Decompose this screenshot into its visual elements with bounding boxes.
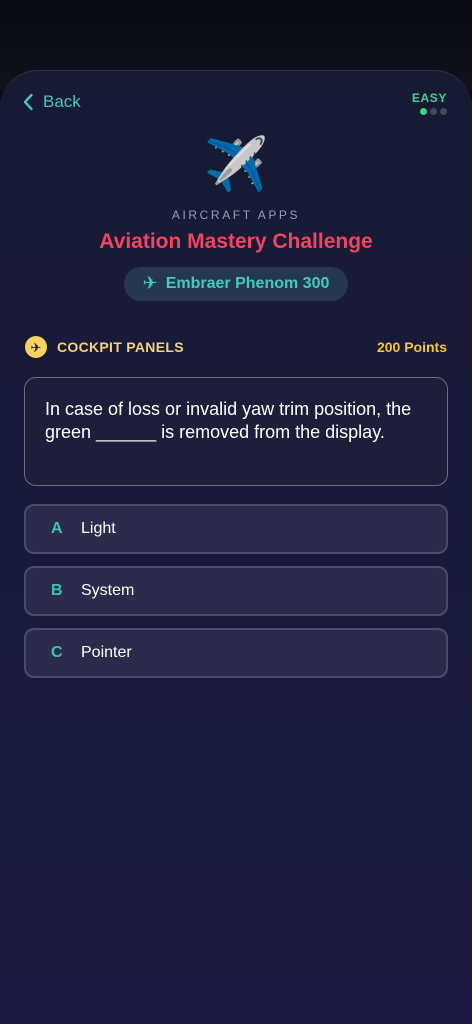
aircraft-badge: ✈ Embraer Phenom 300 xyxy=(124,267,348,301)
answer-option-b[interactable]: B System xyxy=(24,566,448,616)
difficulty-dot xyxy=(430,108,437,115)
option-text: Pointer xyxy=(81,644,132,661)
answer-option-a[interactable]: A Light xyxy=(24,504,448,554)
difficulty-dot xyxy=(420,108,427,115)
aircraft-name: Embraer Phenom 300 xyxy=(165,275,330,292)
chevron-left-icon xyxy=(23,93,33,111)
quiz-sheet: Back EASY ✈️ AIRCRAFT APPS Aviation Mast… xyxy=(0,70,472,1024)
option-letter: C xyxy=(51,644,63,661)
category-label: COCKPIT PANELS xyxy=(57,339,184,355)
difficulty-indicator: EASY xyxy=(412,91,447,115)
difficulty-dot xyxy=(440,108,447,115)
airplane-circle-icon: ✈ xyxy=(25,336,47,358)
question-card: In case of loss or invalid yaw trim posi… xyxy=(24,377,448,486)
answer-option-c[interactable]: C Pointer xyxy=(24,628,448,678)
challenge-title: Aviation Mastery Challenge xyxy=(99,230,373,253)
option-text: System xyxy=(81,582,135,599)
difficulty-dots xyxy=(420,108,447,115)
points-value: 200 Points xyxy=(376,339,447,355)
category: ✈ COCKPIT PANELS xyxy=(25,336,184,358)
option-letter: A xyxy=(51,520,63,537)
airplane-icon: ✈️ xyxy=(203,136,269,194)
option-text: Light xyxy=(81,520,116,537)
category-row: ✈ COCKPIT PANELS 200 Points xyxy=(25,336,447,358)
back-label: Back xyxy=(43,92,81,111)
difficulty-label: EASY xyxy=(411,91,447,105)
option-letter: B xyxy=(51,582,63,599)
back-button[interactable]: Back xyxy=(22,92,81,112)
question-text: In case of loss or invalid yaw trim posi… xyxy=(45,399,412,442)
airplane-icon: ✈ xyxy=(142,272,158,293)
answer-options: A Light B System C Pointer xyxy=(24,504,448,678)
app-label: AIRCRAFT APPS xyxy=(171,208,301,222)
